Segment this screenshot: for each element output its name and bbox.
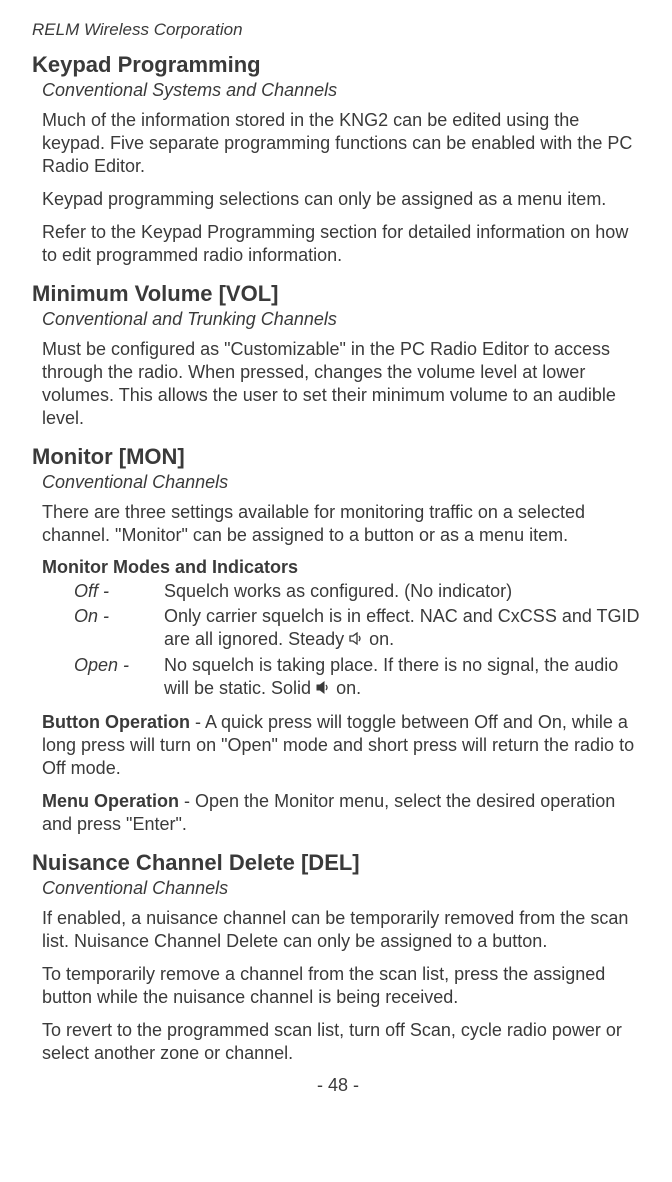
label-button-operation: Button Operation xyxy=(42,712,190,732)
mode-desc-open-post: on. xyxy=(331,678,361,698)
document-page: RELM Wireless Corporation Keypad Program… xyxy=(0,0,672,1114)
mode-desc-off: Squelch works as configured. (No indicat… xyxy=(164,580,644,603)
para-keypad-2: Keypad programming selections can only b… xyxy=(42,188,644,211)
heading-keypad-programming: Keypad Programming xyxy=(32,52,644,78)
para-button-operation: Button Operation - A quick press will to… xyxy=(42,711,644,780)
page-number: - 48 - xyxy=(32,1075,644,1096)
mode-row-open: Open - No squelch is taking place. If th… xyxy=(74,654,644,701)
mode-label-on: On - xyxy=(74,605,164,652)
heading-monitor-modes: Monitor Modes and Indicators xyxy=(42,557,644,578)
para-menu-operation: Menu Operation - Open the Monitor menu, … xyxy=(42,790,644,836)
para-keypad-3: Refer to the Keypad Programming section … xyxy=(42,221,644,267)
para-monitor-1: There are three settings available for m… xyxy=(42,501,644,547)
heading-minimum-volume: Minimum Volume [VOL] xyxy=(32,281,644,307)
label-menu-operation: Menu Operation xyxy=(42,791,179,811)
subtitle-volume: Conventional and Trunking Channels xyxy=(42,309,644,330)
subtitle-keypad: Conventional Systems and Channels xyxy=(42,80,644,101)
mode-row-on: On - Only carrier squelch is in effect. … xyxy=(74,605,644,652)
para-nuisance-2: To temporarily remove a channel from the… xyxy=(42,963,644,1009)
mode-label-off: Off - xyxy=(74,580,164,603)
heading-monitor: Monitor [MON] xyxy=(32,444,644,470)
heading-nuisance-delete: Nuisance Channel Delete [DEL] xyxy=(32,850,644,876)
speaker-solid-icon xyxy=(316,677,331,700)
speaker-outline-icon xyxy=(349,628,364,651)
mode-desc-on-post: on. xyxy=(364,629,394,649)
subtitle-nuisance: Conventional Channels xyxy=(42,878,644,899)
mode-desc-on: Only carrier squelch is in effect. NAC a… xyxy=(164,605,644,652)
para-nuisance-1: If enabled, a nuisance channel can be te… xyxy=(42,907,644,953)
mode-label-open: Open - xyxy=(74,654,164,701)
mode-desc-open: No squelch is taking place. If there is … xyxy=(164,654,644,701)
para-keypad-1: Much of the information stored in the KN… xyxy=(42,109,644,178)
subtitle-monitor: Conventional Channels xyxy=(42,472,644,493)
para-volume-1: Must be configured as "Customizable" in … xyxy=(42,338,644,430)
header-corporation: RELM Wireless Corporation xyxy=(32,20,644,40)
para-nuisance-3: To revert to the programmed scan list, t… xyxy=(42,1019,644,1065)
mode-desc-open-pre: No squelch is taking place. If there is … xyxy=(164,655,618,698)
mode-row-off: Off - Squelch works as configured. (No i… xyxy=(74,580,644,603)
mode-desc-on-pre: Only carrier squelch is in effect. NAC a… xyxy=(164,606,640,649)
